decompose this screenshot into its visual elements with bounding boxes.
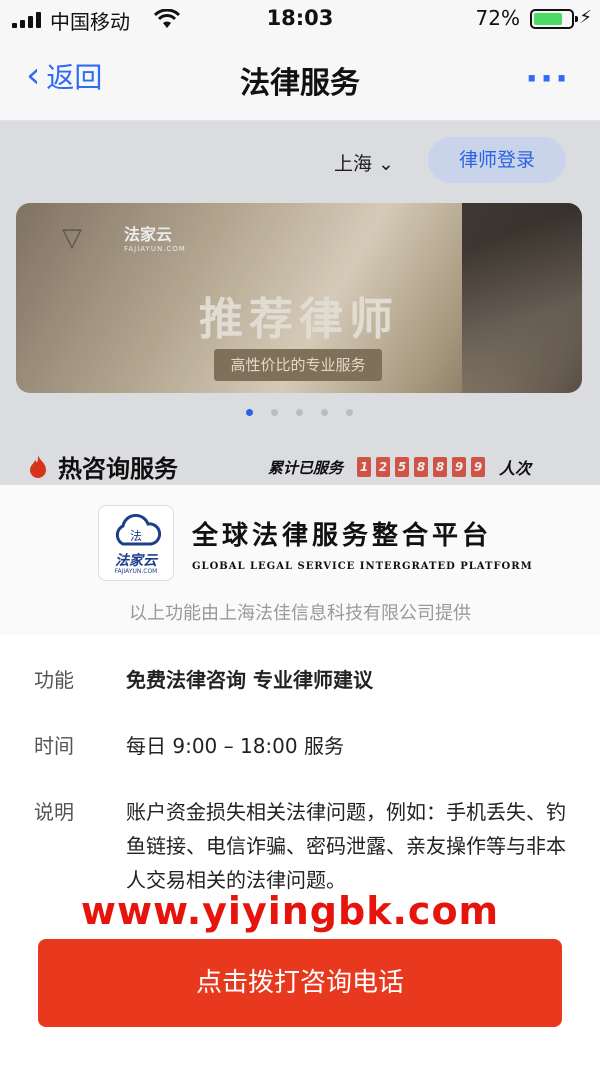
city-selector[interactable]: 上海 ⌄ bbox=[334, 149, 394, 176]
fajiayun-logo: 法 法家云 FAJIAYUN.COM bbox=[98, 505, 174, 581]
detail-value: 每日 9:00 – 18:00 服务 bbox=[126, 734, 344, 758]
served-counter: 累计已服务 1 2 5 8 8 9 9 人次 bbox=[268, 457, 532, 478]
platform-title: 全球法律服务整合平台 bbox=[192, 521, 493, 551]
more-options-icon[interactable]: ··· bbox=[525, 62, 570, 96]
battery-icon bbox=[530, 9, 578, 29]
detail-row-time: 时间 每日 9:00 – 18:00 服务 bbox=[34, 729, 574, 763]
flame-icon bbox=[30, 454, 46, 478]
watermark-text: www.yiyingbk.com bbox=[80, 889, 500, 933]
navigation-bar: ‹ 返回 法律服务 ··· bbox=[0, 40, 600, 121]
logo-mark-icon: ▽ bbox=[62, 223, 82, 253]
platform-subtitle: GLOBAL LEGAL SERVICE INTERGRATED PLATFOR… bbox=[192, 561, 533, 572]
background-page: 上海 ⌄ 律师登录 ▽ 法家云 FAJIAYUN.COM 推荐律师 高性价比的专… bbox=[0, 121, 600, 485]
banner-headline: 推荐律师 bbox=[199, 294, 399, 345]
svg-text:法: 法 bbox=[130, 529, 142, 543]
carousel-indicator bbox=[246, 409, 353, 416]
banner-subtitle: 高性价比的专业服务 bbox=[214, 349, 382, 381]
status-bar: 中国移动 18:03 72% ⚡ bbox=[0, 0, 600, 40]
recommend-lawyer-banner[interactable]: ▽ 法家云 FAJIAYUN.COM 推荐律师 高性价比的专业服务 bbox=[16, 203, 582, 393]
battery-percentage: 72% bbox=[475, 6, 520, 30]
provider-header: 法 法家云 FAJIAYUN.COM 全球法律服务整合平台 GLOBAL LEG… bbox=[0, 485, 600, 635]
lawyer-login-button[interactable]: 律师登录 bbox=[428, 137, 566, 183]
detail-row-function: 功能 免费法律咨询 专业律师建议 bbox=[34, 663, 574, 697]
banner-brand: 法家云 FAJIAYUN.COM bbox=[124, 225, 186, 253]
legal-service-sheet: 法 法家云 FAJIAYUN.COM 全球法律服务整合平台 GLOBAL LEG… bbox=[0, 485, 600, 1065]
call-consult-button[interactable]: 点击拨打咨询电话 bbox=[38, 939, 562, 1027]
charging-icon: ⚡ bbox=[579, 7, 592, 28]
provided-by-note: 以上功能由上海法佳信息科技有限公司提供 bbox=[129, 603, 471, 624]
detail-key: 说明 bbox=[34, 800, 74, 824]
detail-value: 账户资金损失相关法律问题，例如：手机丢失、钓鱼链接、电信诈骗、密码泄露、亲友操作… bbox=[126, 800, 566, 892]
detail-row-description: 说明 账户资金损失相关法律问题，例如：手机丢失、钓鱼链接、电信诈骗、密码泄露、亲… bbox=[34, 795, 574, 897]
page-title: 法律服务 bbox=[240, 66, 360, 101]
detail-value: 免费法律咨询 专业律师建议 bbox=[126, 668, 373, 692]
detail-key: 时间 bbox=[34, 734, 74, 758]
hot-services-heading: 热咨询服务 bbox=[28, 449, 178, 484]
detail-key: 功能 bbox=[34, 668, 74, 692]
